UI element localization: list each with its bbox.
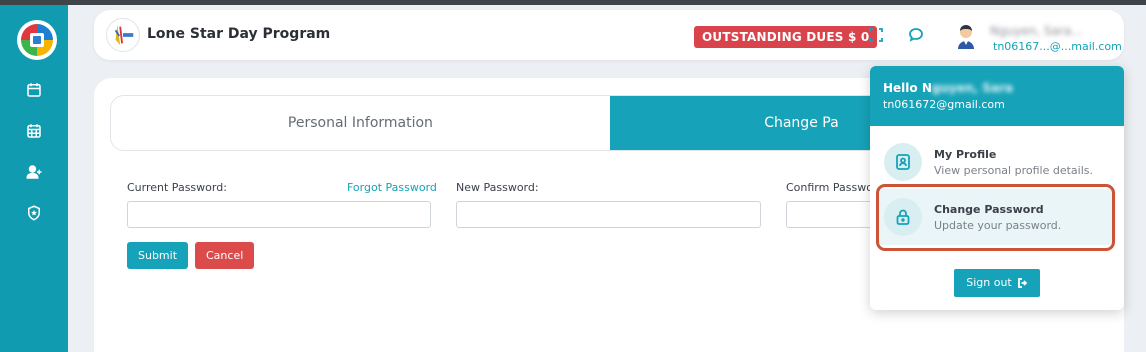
shield-icon: [28, 205, 40, 221]
calendar-grid-icon: [27, 124, 41, 138]
user-email[interactable]: tn06167...@...mail.com: [993, 40, 1122, 53]
menu-item-title: My Profile: [934, 148, 997, 161]
cancel-button[interactable]: Cancel: [195, 242, 255, 269]
outstanding-dues-badge[interactable]: OUTSTANDING DUES $ 0: [694, 26, 878, 48]
org-logo-icon: [114, 24, 134, 46]
confirm-password-input[interactable]: [786, 201, 876, 228]
sidebar-item-calendar[interactable]: [22, 78, 46, 102]
menu-item-my-profile[interactable]: My Profile View personal profile details…: [878, 134, 1116, 190]
sidebar-item-security[interactable]: [22, 201, 46, 225]
greeting-name: guyen, Sara: [931, 81, 1014, 95]
fullscreen-button[interactable]: [868, 27, 884, 43]
current-password-label: Current Password:: [127, 181, 227, 194]
app-logo-icon: [20, 23, 54, 57]
sign-out-label: Sign out: [966, 276, 1012, 289]
confirm-password-label: Confirm Passwor: [786, 181, 878, 194]
top-header: Lone Star Day Program OUTSTANDING DUES $…: [94, 10, 1124, 60]
avatar-icon: [958, 25, 974, 49]
chat-bubble-icon: [909, 28, 923, 42]
submit-button[interactable]: Submit: [127, 242, 189, 269]
tab-personal-information[interactable]: Personal Information: [111, 96, 610, 150]
sign-out-icon: [1017, 278, 1028, 288]
org-logo[interactable]: [106, 18, 140, 52]
greeting-prefix: Hello N: [883, 81, 932, 95]
user-name[interactable]: Nguyen, Sara...: [990, 24, 1105, 38]
new-password-label: New Password:: [456, 181, 539, 194]
chat-button[interactable]: [908, 27, 924, 43]
dropdown-header: Hello Nguyen, Sara tn061672@gmail.com: [870, 66, 1124, 126]
fullscreen-icon: [869, 28, 883, 42]
dropdown-email: tn061672@gmail.com: [883, 98, 1005, 111]
menu-item-subtitle: View personal profile details.: [934, 164, 1093, 177]
sidebar-item-schedule[interactable]: [22, 119, 46, 143]
profile-badge-icon: [896, 154, 910, 170]
new-password-input[interactable]: [456, 201, 761, 228]
sidebar-item-add-user[interactable]: [22, 160, 46, 184]
forgot-password-link[interactable]: Forgot Password: [347, 181, 437, 194]
profile-icon-circle: [884, 143, 922, 181]
user-avatar[interactable]: [955, 23, 977, 49]
current-password-input[interactable]: [127, 201, 431, 228]
dropdown-greeting: Hello Nguyen, Sara: [883, 81, 1013, 95]
calendar-icon: [27, 83, 41, 97]
change-password-highlight: [876, 184, 1115, 251]
add-user-icon: [26, 165, 42, 179]
app-logo[interactable]: [17, 20, 57, 60]
org-name: Lone Star Day Program: [147, 26, 331, 42]
sign-out-button[interactable]: Sign out: [954, 269, 1040, 297]
window-top-strip: [0, 0, 1146, 5]
sidebar: [0, 5, 68, 352]
